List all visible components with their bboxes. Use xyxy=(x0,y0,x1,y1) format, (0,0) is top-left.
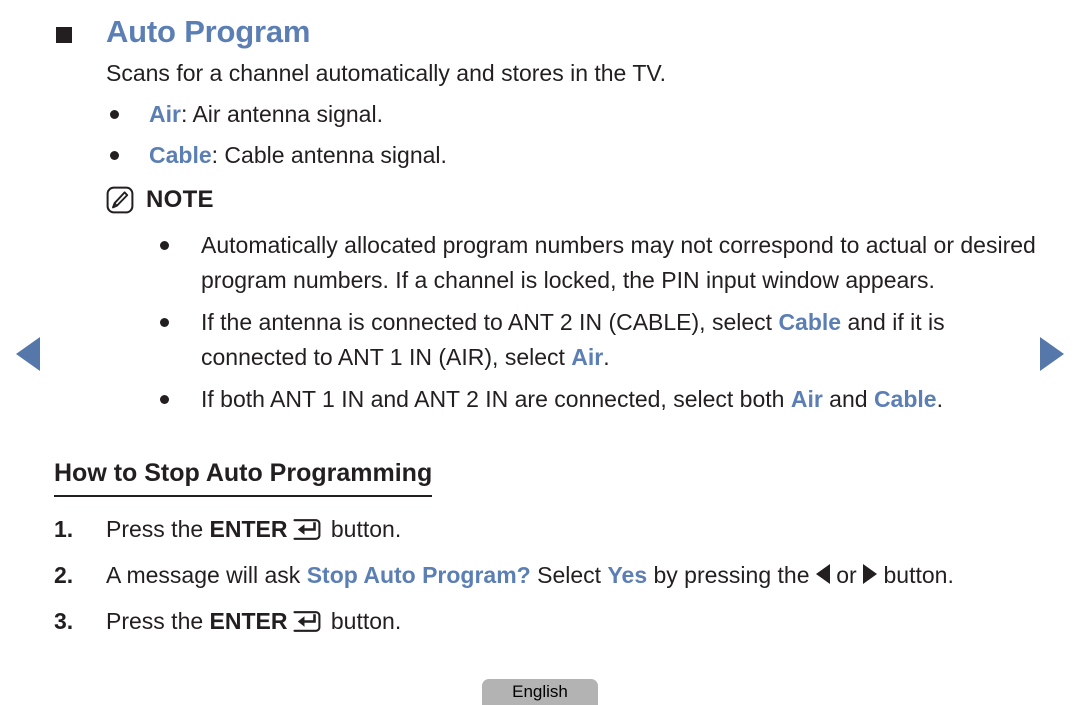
step-text-fragment: or xyxy=(829,562,864,588)
step-text-fragment: Select xyxy=(530,562,608,588)
option-term: Cable xyxy=(149,142,212,168)
note-text-fragment: If both ANT 1 IN and ANT 2 IN are connec… xyxy=(201,386,791,412)
note-highlight-air: Air xyxy=(571,344,604,370)
dialog-prompt-highlight: Stop Auto Program? xyxy=(306,562,531,588)
list-item: Cable: Cable antenna signal. xyxy=(110,140,447,171)
note-text-fragment: Automatically allocated program numbers … xyxy=(201,232,1036,293)
list-item-text: Cable: Cable antenna signal. xyxy=(149,140,447,171)
note-text-fragment: . xyxy=(936,386,943,412)
previous-page-arrow-icon[interactable] xyxy=(16,337,40,371)
step-text-fragment: A message will ask xyxy=(106,562,307,588)
round-bullet-icon xyxy=(160,395,169,404)
note-list-item: Automatically allocated program numbers … xyxy=(160,228,1040,298)
step-text-fragment: button. xyxy=(877,562,954,588)
square-bullet-icon xyxy=(56,27,72,43)
note-item-text: If both ANT 1 IN and ANT 2 IN are connec… xyxy=(201,382,1040,417)
step-number: 3. xyxy=(54,608,74,634)
round-bullet-icon xyxy=(160,318,169,327)
note-highlight-cable: Cable xyxy=(778,309,842,335)
note-label: NOTE xyxy=(146,186,214,213)
note-header: NOTE xyxy=(106,186,214,214)
step-text-fragment: Press the xyxy=(106,516,210,542)
language-tab[interactable]: English xyxy=(482,679,598,705)
enter-label: ENTER xyxy=(209,516,288,542)
step-item: 3. Press the ENTER button. xyxy=(54,605,1014,638)
step-text: A message will ask Stop Auto Program? Se… xyxy=(106,559,1014,592)
note-text-fragment: and xyxy=(822,386,874,412)
step-text-fragment: by pressing the xyxy=(647,562,816,588)
option-term: Air xyxy=(149,101,181,127)
step-text-fragment: button. xyxy=(324,516,402,542)
section-heading: Auto Program xyxy=(56,16,310,47)
subsection-heading: How to Stop Auto Programming xyxy=(54,459,433,497)
step-text: Press the ENTER button. xyxy=(106,513,1014,546)
step-text: Press the ENTER button. xyxy=(106,605,1014,638)
step-number: 1. xyxy=(54,516,74,542)
enter-label: ENTER xyxy=(209,608,288,634)
page-title: Auto Program xyxy=(106,14,311,49)
note-highlight-air: Air xyxy=(790,386,823,412)
yes-option-highlight: Yes xyxy=(607,562,648,588)
step-item: 2. A message will ask Stop Auto Program?… xyxy=(54,559,1014,592)
note-list-item: If both ANT 1 IN and ANT 2 IN are connec… xyxy=(160,382,1040,417)
list-item-text: Air: Air antenna signal. xyxy=(149,99,383,130)
round-bullet-icon xyxy=(110,110,119,119)
enter-key-icon xyxy=(292,519,322,540)
note-highlight-cable: Cable xyxy=(873,386,937,412)
list-item: Air: Air antenna signal. xyxy=(110,99,383,130)
next-page-arrow-icon[interactable] xyxy=(1040,337,1064,371)
section-description: Scans for a channel automatically and st… xyxy=(106,60,666,86)
step-text-fragment: button. xyxy=(324,608,402,634)
round-bullet-icon xyxy=(160,241,169,250)
option-definition: : Air antenna signal. xyxy=(180,101,383,127)
enter-key-icon xyxy=(292,611,322,632)
steps-list: 1. Press the ENTER button. 2. A message … xyxy=(54,513,1014,651)
right-triangle-icon xyxy=(863,564,878,584)
note-text-fragment: If the antenna is connected to ANT 2 IN … xyxy=(201,309,779,335)
step-number: 2. xyxy=(54,562,74,588)
manual-page: Auto Program Scans for a channel automat… xyxy=(0,0,1080,705)
note-item-text: If the antenna is connected to ANT 2 IN … xyxy=(201,305,1040,375)
left-triangle-icon xyxy=(815,564,830,584)
note-list-item: If the antenna is connected to ANT 2 IN … xyxy=(160,305,1040,375)
note-item-text: Automatically allocated program numbers … xyxy=(201,228,1040,298)
option-definition: : Cable antenna signal. xyxy=(211,142,447,168)
note-pen-icon xyxy=(106,186,134,214)
step-text-fragment: Press the xyxy=(106,608,210,634)
round-bullet-icon xyxy=(110,151,119,160)
step-item: 1. Press the ENTER button. xyxy=(54,513,1014,546)
note-list: Automatically allocated program numbers … xyxy=(160,228,1040,417)
note-text-fragment: . xyxy=(603,344,610,370)
